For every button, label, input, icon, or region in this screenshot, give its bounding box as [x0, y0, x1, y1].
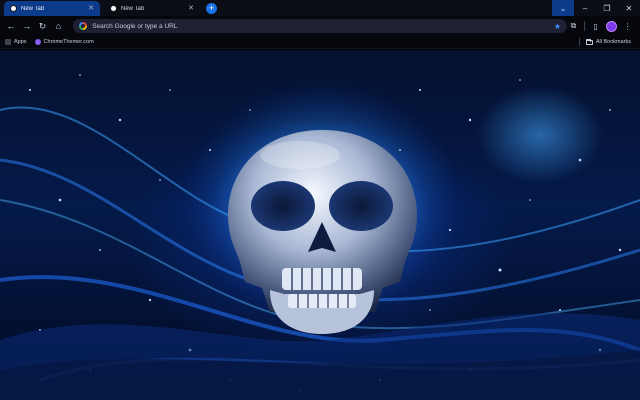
home-icon[interactable]: ⌂: [51, 19, 65, 33]
chrome-favicon-icon: [110, 5, 117, 12]
kebab-menu-icon[interactable]: ⋮: [621, 20, 634, 33]
omnibox-input[interactable]: [92, 22, 549, 30]
reload-icon[interactable]: ↻: [36, 19, 50, 33]
side-panel-icon[interactable]: ▯: [589, 20, 602, 33]
minimize-icon[interactable]: –: [574, 0, 596, 16]
bookmark-chromethemer[interactable]: ChromeThemer.com: [34, 39, 94, 45]
apps-grid-icon: [5, 39, 11, 45]
toolbar-divider: [584, 21, 586, 31]
tab-title: New Tab: [21, 5, 45, 12]
toolbar-actions: ⧉ ▯ ⋮: [567, 20, 636, 33]
back-arrow-icon[interactable]: ←: [4, 19, 18, 33]
window-close-icon[interactable]: ✕: [618, 0, 640, 16]
bookmark-label: Apps: [14, 39, 27, 45]
chrome-favicon-icon: [10, 5, 17, 12]
skull-wallpaper-illustration: [0, 74, 640, 400]
tab-new-tab[interactable]: New Tab ✕: [104, 1, 200, 16]
profile-avatar-icon[interactable]: [606, 20, 618, 32]
all-bookmarks-button[interactable]: All Bookmarks: [585, 38, 631, 45]
close-icon[interactable]: ✕: [188, 5, 194, 12]
window-controls: ⌄ – ❐ ✕: [552, 0, 640, 16]
maximize-icon[interactable]: ❐: [596, 0, 618, 16]
new-tab-button[interactable]: +: [206, 3, 217, 14]
google-g-icon: [79, 22, 88, 30]
bookmarks-divider: [578, 38, 580, 46]
tab-new-tab-active[interactable]: New Tab ✕: [4, 1, 100, 16]
tab-strip: New Tab ✕ New Tab ✕ + ⌄ – ❐ ✕: [0, 0, 640, 16]
omnibox[interactable]: ★: [73, 19, 568, 33]
tab-search-icon[interactable]: ⌄: [552, 0, 574, 16]
folder-icon: [585, 38, 593, 45]
close-icon[interactable]: ✕: [88, 5, 94, 12]
bookmark-star-icon[interactable]: ★: [554, 22, 561, 31]
toolbar: ← → ↻ ⌂ ★ ⧉ ▯ ⋮: [0, 16, 640, 36]
chromethemer-favicon-icon: [34, 39, 41, 45]
bookmark-label: All Bookmarks: [595, 39, 631, 45]
new-tab-wallpaper: [0, 50, 640, 400]
bookmark-apps[interactable]: Apps: [5, 39, 27, 45]
extensions-puzzle-icon[interactable]: ⧉: [567, 20, 580, 33]
bookmarks-bar: Apps ChromeThemer.com All Bookmarks: [0, 36, 640, 49]
tab-title: New Tab: [121, 5, 145, 12]
forward-arrow-icon[interactable]: →: [20, 19, 34, 33]
bookmark-label: ChromeThemer.com: [43, 39, 94, 45]
